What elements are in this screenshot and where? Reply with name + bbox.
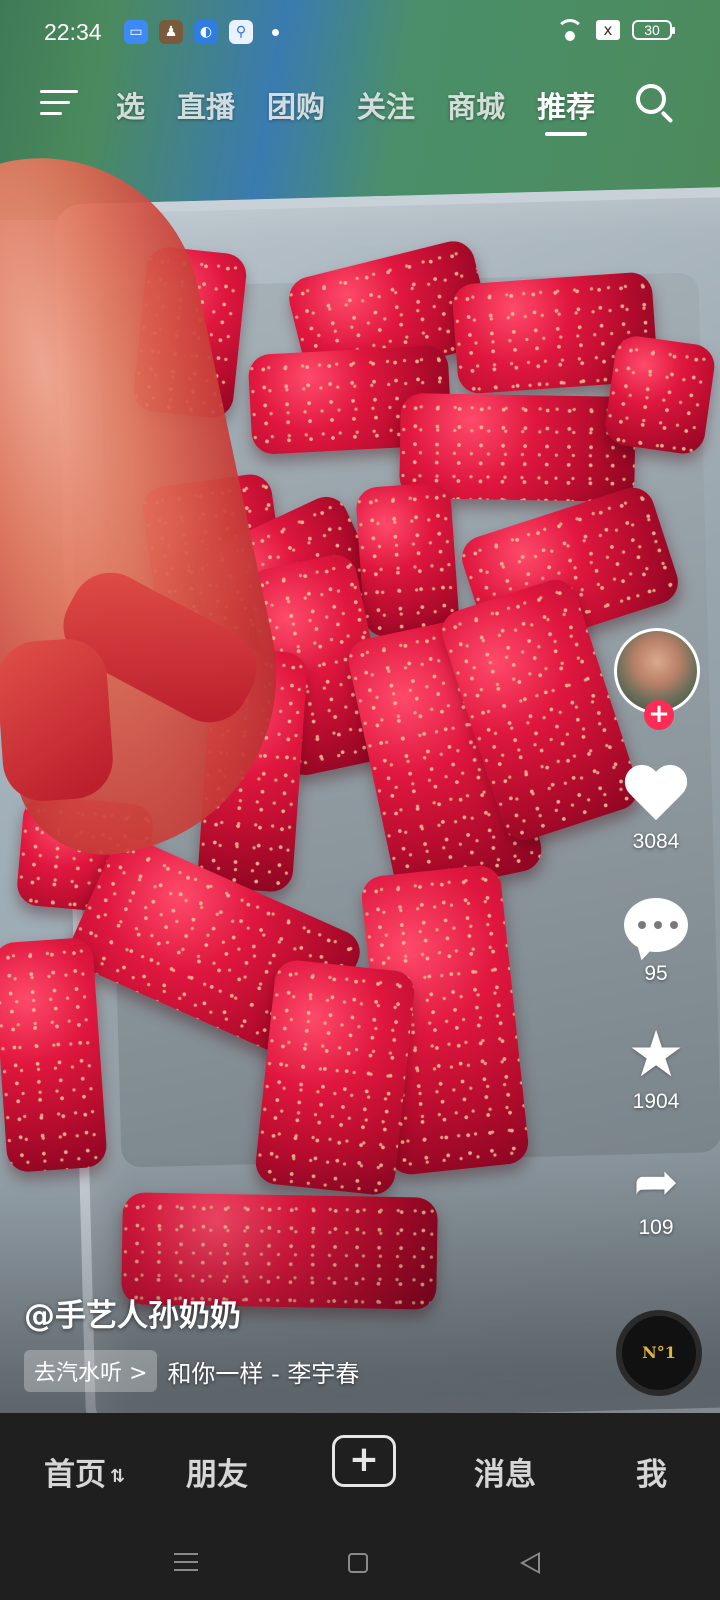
wifi-icon bbox=[556, 19, 584, 41]
food-stick bbox=[0, 936, 108, 1174]
message-app-icon: ▭ bbox=[124, 20, 148, 44]
tab-bar: 选 直播 团购 关注 商城 推荐 bbox=[116, 84, 627, 136]
top-nav: 选 直播 团购 关注 商城 推荐 bbox=[0, 80, 720, 140]
status-bar: 22:34 ▭ ♟ ◐ ⚲ x 30 bbox=[0, 0, 720, 66]
system-nav-bar bbox=[0, 1533, 720, 1600]
bottom-nav: 首页 ⇅ 朋友 + 消息 我 bbox=[0, 1413, 720, 1533]
recent-apps-icon[interactable] bbox=[174, 1551, 198, 1571]
add-button[interactable]: + bbox=[332, 1435, 396, 1487]
nav-home[interactable]: 首页 ⇅ bbox=[44, 1449, 125, 1494]
notification-icons: ▭ ♟ ◐ ⚲ bbox=[124, 20, 279, 44]
finger bbox=[0, 636, 116, 804]
browser-app-icon: ◐ bbox=[194, 20, 218, 44]
heart-icon bbox=[624, 766, 688, 826]
comment-button[interactable]: 95 bbox=[606, 898, 706, 986]
nav-messages[interactable]: 消息 bbox=[474, 1449, 536, 1494]
system-icons: x 30 bbox=[556, 19, 675, 41]
share-arrow-icon: ➦ bbox=[633, 1150, 679, 1213]
switch-icon: ⇅ bbox=[110, 1466, 126, 1487]
follow-button[interactable]: + bbox=[644, 700, 674, 730]
tab-select[interactable]: 选 bbox=[116, 84, 145, 136]
star-icon: ★ bbox=[627, 1018, 685, 1092]
tab-recommend[interactable]: 推荐 bbox=[537, 84, 595, 136]
share-button[interactable]: ➦ 109 bbox=[606, 1152, 706, 1240]
food-stick bbox=[602, 333, 718, 457]
tab-mall[interactable]: 商城 bbox=[447, 84, 505, 136]
search-icon[interactable] bbox=[636, 84, 676, 124]
like-count: 3084 bbox=[632, 830, 680, 853]
music-disc-icon[interactable]: N°1 bbox=[616, 1310, 702, 1396]
author-name[interactable]: @手艺人孙奶奶 bbox=[24, 1290, 241, 1335]
menu-icon[interactable] bbox=[40, 88, 78, 118]
nav-home-label: 首页 bbox=[44, 1457, 106, 1493]
listen-on-qishui-chip[interactable]: 去汽水听 > bbox=[24, 1350, 158, 1392]
tab-group-buy[interactable]: 团购 bbox=[267, 84, 325, 136]
music-row: 去汽水听 > 和你一样 - 李宇春 bbox=[24, 1350, 359, 1392]
no-sim-icon: x bbox=[596, 20, 620, 40]
search-app-icon: ⚲ bbox=[229, 20, 253, 44]
home-icon[interactable] bbox=[348, 1553, 368, 1573]
clock: 22:34 bbox=[44, 19, 102, 45]
comment-icon bbox=[624, 898, 688, 952]
like-button[interactable]: 3084 bbox=[606, 766, 706, 854]
game-app-icon: ♟ bbox=[159, 20, 183, 44]
nav-friends[interactable]: 朋友 bbox=[186, 1449, 248, 1494]
music-title[interactable]: 和你一样 - 李宇春 bbox=[167, 1354, 359, 1389]
tab-following[interactable]: 关注 bbox=[357, 84, 415, 136]
battery-icon: 30 bbox=[632, 20, 675, 40]
favorite-button[interactable]: ★ 1904 bbox=[606, 1018, 706, 1114]
comment-count: 95 bbox=[644, 962, 668, 985]
more-notifications-dot bbox=[272, 28, 279, 36]
tab-live[interactable]: 直播 bbox=[177, 84, 235, 136]
favorite-count: 1904 bbox=[632, 1090, 680, 1113]
food-stick bbox=[354, 481, 461, 639]
back-icon[interactable] bbox=[520, 1552, 540, 1574]
nav-me[interactable]: 我 bbox=[636, 1449, 667, 1494]
share-count: 109 bbox=[638, 1216, 674, 1239]
